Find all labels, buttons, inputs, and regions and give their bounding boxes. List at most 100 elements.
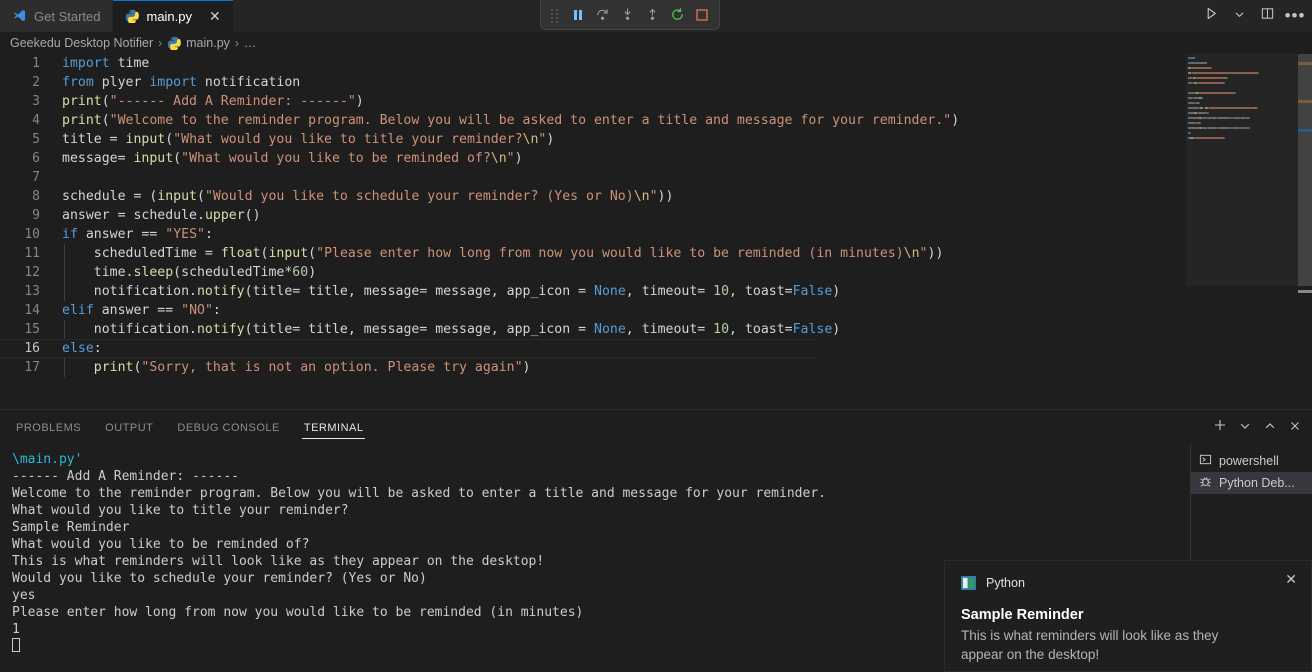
code-token: (	[244, 284, 253, 299]
code-token: notify	[196, 284, 245, 299]
tab-terminal[interactable]: TERMINAL	[301, 410, 366, 445]
step-out-button[interactable]	[643, 4, 662, 26]
close-panel-button[interactable]	[1284, 417, 1306, 439]
code-line[interactable]: 17 print("Sorry, that is not an option. …	[0, 358, 959, 377]
terminal-dropdown-button[interactable]	[1234, 417, 1256, 439]
minimap-line	[1188, 101, 1296, 105]
breadcrumb-item-symbol[interactable]: …	[244, 36, 257, 50]
minimap-line	[1188, 126, 1296, 130]
maximize-panel-button[interactable]	[1259, 417, 1281, 439]
minimap[interactable]	[1186, 54, 1298, 409]
code-line[interactable]: 1 import time	[0, 54, 959, 73]
stop-icon	[695, 8, 709, 22]
tab-label: Get Started	[34, 8, 101, 24]
code-editor[interactable]: 1 import time 2 from plyer import notificat…	[0, 54, 1312, 409]
code-line[interactable]: 12 time.sleep(scheduledTime*60)	[0, 263, 959, 282]
tab-output[interactable]: OUTPUT	[103, 410, 155, 445]
code-token: else	[62, 341, 94, 356]
terminal-line: ------ Add A Reminder: ------	[12, 468, 1190, 485]
line-number: 3	[32, 94, 40, 109]
code-token: )	[522, 360, 531, 375]
code-token: timeout	[641, 284, 698, 299]
terminal-line-text: This is what reminders will look like as…	[12, 554, 545, 569]
code-line[interactable]: 10 if answer == "YES":	[0, 225, 959, 244]
minimap-token	[1226, 76, 1228, 79]
code-line[interactable]: 16 else:	[0, 339, 960, 358]
debug-bug-icon	[1199, 475, 1212, 491]
code-token: )	[951, 113, 960, 128]
terminal-item-powershell[interactable]: powershell	[1191, 450, 1312, 472]
code-token: )	[832, 284, 841, 299]
code-token: scheduledTime	[181, 265, 285, 280]
pause-button[interactable]	[568, 4, 587, 26]
minimap-token	[1199, 91, 1233, 94]
minimap-token	[1188, 106, 1200, 109]
run-python-file-button[interactable]	[1198, 3, 1224, 29]
code-line[interactable]: 14 elif answer == "NO":	[0, 301, 959, 320]
tab-debug-console[interactable]: DEBUG CONSOLE	[175, 410, 281, 445]
code-line[interactable]: 2 from plyer import notification	[0, 73, 959, 92]
line-number: 5	[32, 132, 40, 147]
tab-get-started[interactable]: Get Started	[0, 0, 114, 32]
indent-guide	[64, 244, 65, 263]
minimap-token	[1235, 91, 1237, 94]
code-line[interactable]: 9 answer = schedule.upper()	[0, 206, 959, 225]
drag-handle-icon[interactable]	[549, 6, 561, 24]
tab-close-icon[interactable]: ✕	[209, 9, 221, 23]
toast-close-icon[interactable]: ✕	[1285, 572, 1297, 586]
editor-scrollbar[interactable]	[1298, 54, 1312, 409]
code-token: elif	[62, 303, 94, 318]
code-line[interactable]: 4 print("Welcome to the reminder program.…	[0, 111, 959, 130]
code-token: :	[93, 341, 102, 356]
minimap-token	[1224, 81, 1226, 84]
minimap-token	[1256, 106, 1258, 109]
code-token: message, app_icon	[435, 322, 579, 337]
line-number: 17	[24, 360, 40, 375]
terminal-item-python-debug[interactable]: Python Deb...	[1191, 472, 1312, 494]
minimap-line	[1188, 121, 1296, 125]
terminal-icon	[1199, 453, 1212, 469]
chevron-up-icon	[1264, 419, 1276, 437]
split-editor-button[interactable]	[1254, 3, 1280, 29]
code-line[interactable]: 7	[0, 168, 959, 187]
code-line[interactable]: 8 schedule = (input("Would you like to sc…	[0, 187, 959, 206]
code-token: title	[252, 284, 293, 299]
code-token: "What would you like to be reminded of?	[181, 151, 491, 166]
line-number: 4	[32, 113, 40, 128]
line-number: 6	[32, 151, 40, 166]
code-line[interactable]: 6 message= input("What would you like to …	[0, 149, 959, 168]
code-token: = (	[133, 189, 158, 204]
line-number: 11	[24, 246, 40, 261]
minimap-token	[1194, 61, 1199, 64]
code-line[interactable]: 13 notification.notify(title= title, mes…	[0, 282, 959, 301]
code-line[interactable]: 3 print("------ Add A Reminder: ------")	[0, 92, 959, 111]
breadcrumb-item-folder[interactable]: Geekedu Desktop Notifier	[10, 36, 153, 50]
run-dropdown-button[interactable]	[1226, 3, 1252, 29]
code-token: upper	[204, 208, 245, 223]
current-line-highlight	[0, 339, 820, 358]
vscode-window: Get Started main.py ✕ ••• Geekedu Deskto…	[0, 0, 1312, 672]
tab-main-py[interactable]: main.py ✕	[113, 0, 234, 32]
code-token: =	[292, 284, 309, 299]
scrollbar-thumb[interactable]	[1298, 54, 1312, 286]
step-into-button[interactable]	[618, 4, 637, 26]
code-token: =	[117, 151, 134, 166]
terminal-line-text: 1	[12, 622, 20, 637]
step-over-button[interactable]	[593, 4, 612, 26]
more-actions-button[interactable]: •••	[1282, 3, 1308, 29]
code-token: ,	[625, 322, 642, 337]
breadcrumb-separator: ›	[158, 36, 163, 50]
code-token: ==	[141, 227, 166, 242]
code-line[interactable]: 15 notification.notify(title= title, mes…	[0, 320, 959, 339]
windows-toast-notification[interactable]: Python ✕ Sample Reminder This is what re…	[944, 560, 1312, 672]
code-token: ,	[625, 284, 642, 299]
tab-problems[interactable]: PROBLEMS	[14, 410, 83, 445]
code-token: import	[149, 75, 197, 90]
restart-button[interactable]	[668, 4, 687, 26]
stop-button[interactable]	[693, 4, 712, 26]
breadcrumb-item-file[interactable]: main.py	[186, 36, 230, 50]
new-terminal-button[interactable]	[1209, 417, 1231, 439]
line-number: 14	[24, 303, 40, 318]
code-line[interactable]: 11 scheduledTime = float(input("Please e…	[0, 244, 959, 263]
code-line[interactable]: 5 title = input("What would you like to t…	[0, 130, 959, 149]
